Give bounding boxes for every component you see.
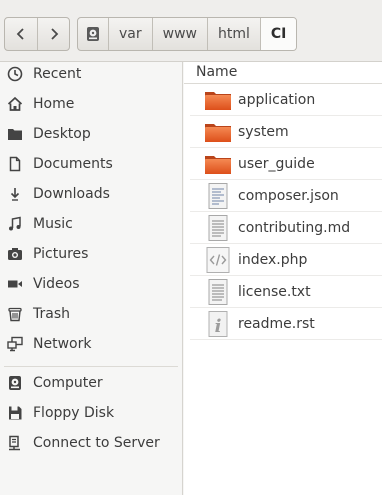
sidebar-item-label: Floppy Disk — [33, 405, 115, 421]
home-icon — [6, 95, 24, 113]
file-name: readme.rst — [238, 315, 315, 332]
sidebar-item-label: Music — [33, 216, 73, 232]
back-button[interactable] — [5, 18, 37, 50]
file-item-index-php[interactable]: index.php — [190, 244, 382, 276]
sidebar-item-recent[interactable]: Recent — [0, 59, 182, 89]
code-file-icon — [204, 246, 232, 274]
music-note-icon — [6, 215, 24, 233]
folder-icon — [6, 125, 24, 143]
file-item-contributing-md[interactable]: contributing.md — [190, 212, 382, 244]
file-list: Name application system user_guide compo… — [184, 62, 382, 495]
chevron-right-icon — [50, 28, 58, 40]
sidebar-item-label: Computer — [33, 375, 103, 391]
breadcrumb-www[interactable]: www — [151, 18, 207, 50]
file-name: composer.json — [238, 187, 339, 204]
sidebar-item-music[interactable]: Music — [0, 209, 182, 239]
sidebar-item-label: Videos — [33, 276, 80, 292]
sidebar-item-pictures[interactable]: Pictures — [0, 239, 182, 269]
file-name: index.php — [238, 251, 308, 268]
file-item-license-txt[interactable]: license.txt — [190, 276, 382, 308]
chevron-left-icon — [16, 28, 24, 40]
folder-icon — [204, 150, 232, 178]
breadcrumb-ci[interactable]: CI — [259, 18, 297, 50]
drive-icon — [6, 374, 24, 392]
sidebar-item-documents[interactable]: Documents — [0, 149, 182, 179]
forward-button[interactable] — [37, 18, 69, 50]
sidebar-item-label: Downloads — [33, 186, 110, 202]
file-item-system[interactable]: system — [190, 116, 382, 148]
file-name: application — [238, 91, 316, 108]
sidebar-item-label: Home — [33, 96, 75, 112]
video-icon — [6, 275, 24, 293]
server-icon — [6, 434, 24, 452]
sidebar-item-label: Documents — [33, 156, 113, 172]
sidebar-item-computer[interactable]: Computer — [0, 368, 182, 398]
sidebar-item-downloads[interactable]: Downloads — [0, 179, 182, 209]
document-icon — [6, 155, 24, 173]
file-name: contributing.md — [238, 219, 351, 236]
clock-icon — [6, 65, 24, 83]
sidebar: Recent Home Desktop Documents Downloads … — [0, 62, 183, 495]
sidebar-item-home[interactable]: Home — [0, 89, 182, 119]
breadcrumb: var www html CI — [77, 17, 298, 51]
breadcrumb-html[interactable]: html — [206, 18, 260, 50]
drive-icon — [87, 27, 99, 41]
breadcrumb-var[interactable]: var — [108, 18, 152, 50]
sidebar-item-connect-to-server[interactable]: Connect to Server — [0, 428, 182, 458]
file-item-readme-rst[interactable]: i readme.rst — [190, 308, 382, 340]
file-name: user_guide — [238, 155, 315, 172]
trash-icon — [6, 305, 24, 323]
file-name: system — [238, 123, 289, 140]
text-file-icon — [204, 278, 232, 306]
nav-buttons — [4, 17, 70, 51]
sidebar-item-desktop[interactable]: Desktop — [0, 119, 182, 149]
svg-text:i: i — [215, 316, 222, 337]
sidebar-item-label: Recent — [33, 66, 82, 82]
breadcrumb-root-drive[interactable] — [78, 18, 108, 50]
sidebar-item-label: Pictures — [33, 246, 89, 262]
floppy-disk-icon — [6, 404, 24, 422]
download-icon — [6, 185, 24, 203]
info-file-icon: i — [204, 310, 232, 338]
column-header-name[interactable]: Name — [184, 62, 382, 84]
network-icon — [6, 335, 24, 353]
file-name: license.txt — [238, 283, 311, 300]
text-file-icon — [204, 214, 232, 242]
camera-icon — [6, 245, 24, 263]
sidebar-item-label: Trash — [33, 306, 70, 322]
folder-icon — [204, 86, 232, 114]
column-header-label: Name — [196, 64, 238, 80]
sidebar-item-floppy-disk[interactable]: Floppy Disk — [0, 398, 182, 428]
text-file-icon — [204, 182, 232, 210]
sidebar-item-videos[interactable]: Videos — [0, 269, 182, 299]
sidebar-item-network[interactable]: Network — [0, 329, 182, 359]
sidebar-divider — [4, 366, 178, 367]
file-item-application[interactable]: application — [190, 84, 382, 116]
toolbar: var www html CI — [0, 0, 382, 62]
file-item-user-guide[interactable]: user_guide — [190, 148, 382, 180]
folder-icon — [204, 118, 232, 146]
sidebar-item-label: Network — [33, 336, 92, 352]
sidebar-item-label: Connect to Server — [33, 435, 160, 451]
sidebar-item-label: Desktop — [33, 126, 91, 142]
sidebar-item-trash[interactable]: Trash — [0, 299, 182, 329]
file-item-composer-json[interactable]: composer.json — [190, 180, 382, 212]
